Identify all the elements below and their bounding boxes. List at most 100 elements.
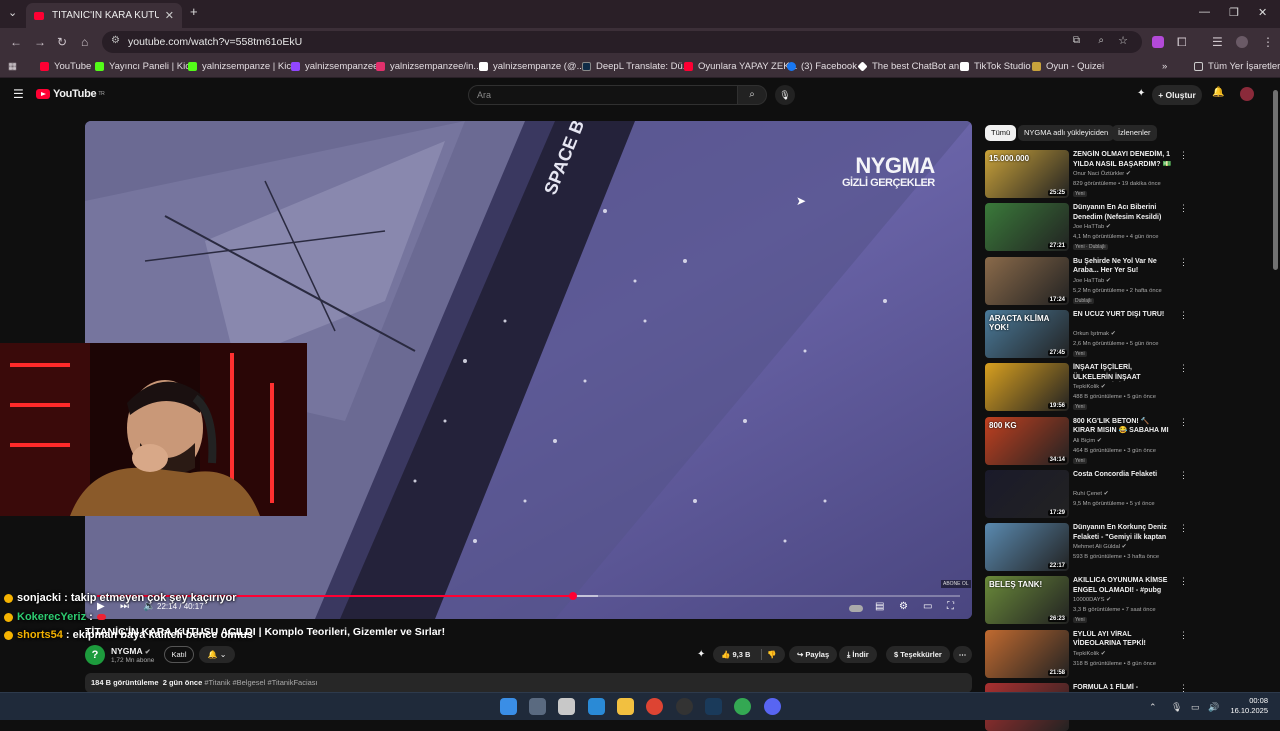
obs-icon[interactable] [676,698,693,715]
more-options-icon[interactable]: ⋮ [1179,523,1188,534]
task-view-icon[interactable] [529,698,546,715]
recommendation-card[interactable]: 19:56 İNŞAAT İŞÇİLERİ, ÜLKELERİN İNŞAAT Y… [985,363,1188,412]
microphone-tray-icon[interactable]: 🎙 [1171,702,1182,713]
more-options-icon[interactable]: ⋮ [1179,470,1188,481]
install-app-icon[interactable]: ⧉ [1073,35,1080,46]
channel-name[interactable]: NYGMA ✔ [111,646,151,656]
more-options-icon[interactable]: ⋮ [1179,203,1188,214]
start-menu-icon[interactable] [500,698,517,715]
studio-icon[interactable]: ✦ [1137,88,1145,99]
bookmark-item[interactable]: Oyun - Quizei [1032,61,1104,72]
bookmark-item[interactable]: yalnizsempanze (@... [479,61,584,72]
extension-icon[interactable] [1152,36,1164,48]
all-bookmarks-folder[interactable]: Tüm Yer İşaretleri [1194,61,1280,72]
restore-icon[interactable]: ❐ [1229,6,1239,19]
recommendation-title[interactable]: EYLÜL AYI VİRAL VİDEOLARINA TEPKİ! [1073,630,1173,649]
bookmark-star-icon[interactable]: ☆ [1118,34,1128,47]
recommendation-title[interactable]: Costa Concordia Felaketi [1073,470,1173,480]
theater-mode-icon[interactable]: ▭ [923,601,932,612]
bookmark-item[interactable]: Oyunlara YAPAY ZEK... [684,61,797,72]
recommendation-title[interactable]: İNŞAAT İŞÇİLERİ, ÜLKELERİN İNŞAAT YEMEKL… [1073,363,1173,382]
recommendation-card[interactable]: 22:17 Dünyanın En Korkunç Deniz Felaketi … [985,523,1188,572]
minimize-icon[interactable]: — [1199,6,1210,18]
recommendation-card[interactable]: 27:21 Dünyanın En Acı Biberini Denedim (N… [985,203,1188,252]
display-tray-icon[interactable]: ▭ [1191,702,1200,713]
dislike-button[interactable]: 👎 [767,646,776,663]
bookmark-item[interactable]: YouTube [40,61,91,72]
voice-search-button[interactable]: 🎙 [775,85,795,105]
autoplay-toggle[interactable] [849,605,863,612]
bookmark-item[interactable]: yalnizsempanzee/in... [376,61,481,72]
chrome-profile-icon[interactable] [734,698,751,715]
profile-avatar[interactable] [1236,36,1248,48]
recommendation-title[interactable]: Bu Şehirde Ne Yol Var Ne Araba... Her Ye… [1073,257,1173,276]
more-options-icon[interactable]: ⋮ [1179,150,1188,161]
page-scrollbar[interactable] [1271,80,1280,692]
recommendation-channel[interactable]: Joe HaTTab ✔ [1073,278,1111,284]
video-thumbnail[interactable]: 27:21 [985,203,1069,252]
subscription-bell-button[interactable]: 🔔 ⌄ [199,646,235,663]
recommendation-card[interactable]: 15.000.000 25:25 ZENGİN OLMAYI DENEDİM, 1 … [985,150,1188,198]
tab-search-icon[interactable]: ⌄ [8,6,17,19]
bookmark-item[interactable]: Yayıncı Paneli | Kick [95,61,195,72]
reading-list-icon[interactable]: ☰ [1212,35,1223,49]
bookmark-item[interactable]: (3) Facebook [787,61,857,72]
video-thumbnail[interactable]: ARACTA KLİMA YOK! 27:45 [985,309,1069,358]
video-thumbnail[interactable]: 17:29 [985,469,1069,518]
zoom-icon[interactable]: ⌕ [1098,35,1104,46]
fullscreen-icon[interactable]: ⛶ [947,601,954,612]
search-input[interactable]: Ara [468,85,738,105]
recommendation-channel[interactable]: 10000DAYS ✔ [1073,597,1111,603]
speaker-tray-icon[interactable]: 🔊 [1208,702,1219,713]
file-explorer-icon[interactable] [617,698,634,715]
thanks-button[interactable]: $ Teşekkürler [886,646,950,663]
recommendation-card[interactable]: 21:58 EYLÜL AYI VİRAL VİDEOLARINA TEPKİ! T… [985,629,1188,678]
recommendation-channel[interactable]: Joe HaTTab ✔ [1073,224,1111,230]
settings-gear-icon[interactable]: ⚙ [899,601,908,612]
subtitles-icon[interactable]: ▤ [875,601,884,612]
recommendation-title[interactable]: 800 KG'LIK BETON! 🔨 KIRAR MISIN 😂 SABAHA… [1073,417,1173,436]
recommendation-title[interactable]: ZENGİN OLMAYI DENEDİM, 1 YILDA NASIL BAŞ… [1073,150,1173,169]
apps-grid-icon[interactable]: ▦ [8,61,17,72]
menu-kebab-icon[interactable]: ⋮ [1262,35,1274,49]
video-thumbnail[interactable]: 21:58 [985,629,1069,678]
recommendation-card[interactable]: ARACTA KLİMA YOK! 27:45 EN UCUZ YURT DIŞI … [985,309,1188,358]
search-button[interactable]: ⌕ [737,85,767,105]
more-options-icon[interactable]: ⋮ [1179,576,1188,587]
recommendation-title[interactable]: Dünyanın En Acı Biberini Denedim (Nefesi… [1073,203,1173,222]
download-button[interactable]: ⤓ İndir [839,646,877,663]
video-thumbnail[interactable]: 17:24 [985,256,1069,305]
share-button[interactable]: ↪ Paylaş [789,646,838,663]
bookmark-item[interactable]: DeepL Translate: Dü... [582,61,691,72]
site-info-icon[interactable]: ⚙ [111,35,120,46]
recommendation-channel[interactable]: TepkiKolik ✔ [1073,384,1106,390]
recommendation-card[interactable]: 800 KG 34:14 800 KG'LIK BETON! 🔨 KIRAR MIS… [985,416,1188,465]
forward-icon[interactable]: → [34,35,46,49]
snipping-tool-icon[interactable] [558,698,575,715]
youtube-logo[interactable]: YouTube TR [36,88,105,100]
window-close-icon[interactable]: ✕ [1258,6,1267,19]
system-clock[interactable]: 00:08 16.10.2025 [1228,696,1268,716]
bookmark-item[interactable]: The best ChatBot an... [857,61,967,72]
recommendation-card[interactable]: 17:24 Bu Şehirde Ne Yol Var Ne Araba... H… [985,256,1188,305]
account-avatar[interactable] [1240,87,1254,101]
recommendation-channel[interactable]: Ruhi Çenet ✔ [1073,491,1109,497]
chip-from-uploader[interactable]: NYGMA adlı yükleyiciden [1018,125,1115,141]
create-button[interactable]: + Oluştur [1152,85,1202,105]
bookmark-item[interactable]: TikTok Studio [960,61,1031,72]
home-icon[interactable]: ⌂ [81,35,88,49]
extensions-puzzle-icon[interactable]: ⧠ [1177,35,1187,50]
browser-tab[interactable]: TİTANİC'İN KARA KUTUSU AÇILDI ✕ [26,3,182,28]
chip-watched[interactable]: İzlenenler [1112,125,1157,141]
tray-chevron-icon[interactable]: ⌃ [1149,702,1157,713]
hamburger-menu-icon[interactable]: ☰ [13,87,24,101]
more-options-icon[interactable]: ⋮ [1179,363,1188,374]
recommendation-channel[interactable]: TepkiKolik ✔ [1073,651,1106,657]
subscribe-corner-label[interactable]: ABONE OL [941,580,971,588]
discord-icon[interactable] [764,698,781,715]
reload-icon[interactable]: ↻ [57,35,67,49]
recommendation-channel[interactable]: Mehmet Ali Güldal ✔ [1073,544,1127,550]
close-tab-icon[interactable]: ✕ [165,9,174,22]
chip-all[interactable]: Tümü [985,125,1017,141]
scrollbar-thumb[interactable] [1273,90,1278,270]
